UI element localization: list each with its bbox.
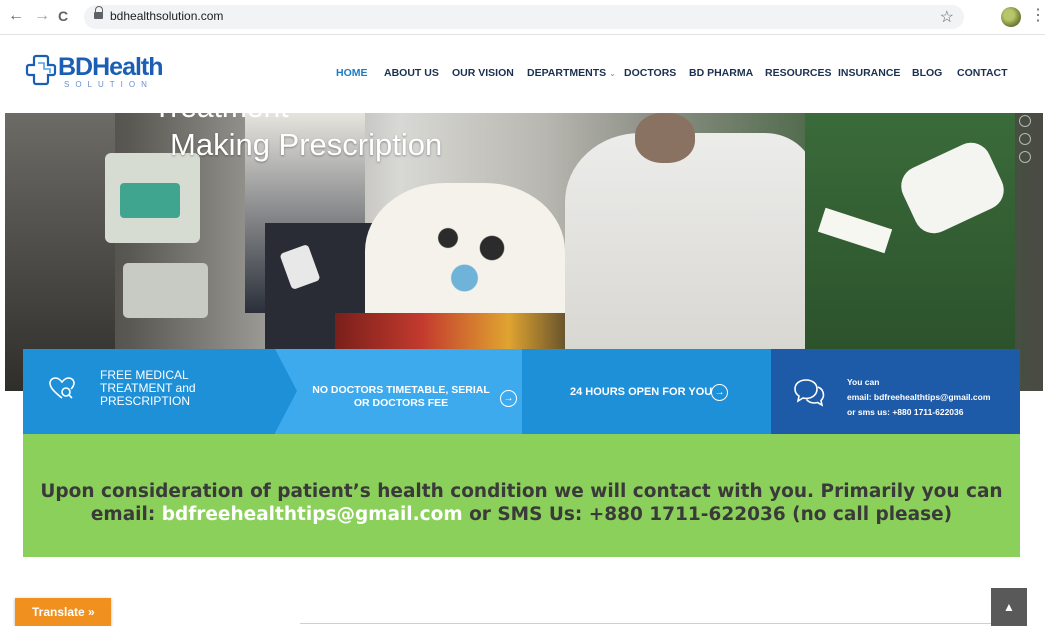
banner-email-prefix: email: [90, 504, 162, 525]
banner-email-link[interactable]: bdfreehealthtips@gmail.com [162, 504, 463, 525]
arrow-right-icon[interactable]: → [500, 390, 517, 407]
contact-email[interactable]: email: bdfreehealthtips@gmail.com [847, 390, 990, 405]
banner-sms-text: or SMS Us: +880 1711-622036 (no call ple… [462, 504, 953, 525]
browser-menu-icon[interactable]: ⋮ [1030, 5, 1045, 25]
profile-avatar[interactable] [1001, 7, 1021, 27]
nav-item-our-vision[interactable]: OUR VISION [452, 67, 514, 79]
slider-dot-2[interactable] [1019, 133, 1031, 145]
feature-24-hours-text: 24 HOURS OPEN FOR YOU [570, 386, 713, 398]
nav-item-bd-pharma[interactable]: BD PHARMA [689, 67, 753, 79]
hero-title: Making Prescription [170, 127, 443, 162]
address-bar[interactable]: bdhealthsolution.com ☆ [84, 5, 964, 29]
monitor-screen-shape [120, 183, 180, 218]
feature-line: PRESCRIPTION [100, 394, 191, 408]
nav-item-departments-label: DEPARTMENTS [527, 67, 607, 79]
feature-bar: FREE MEDICAL TREATMENT and PRESCRIPTION … [23, 349, 1020, 434]
nav-item-contact[interactable]: CONTACT [957, 67, 1008, 79]
browser-toolbar: ← → C bdhealthsolution.com ☆ ⋮ [0, 0, 1045, 35]
contact-sms: or sms us: +880 1711-622036 [847, 407, 964, 417]
logo-subtext: SOLUTION [64, 80, 153, 89]
bookmark-star-icon[interactable]: ☆ [940, 7, 954, 27]
banner-line-2: email: bdfreehealthtips@gmail.com or SMS… [23, 504, 1020, 525]
footer-divider [300, 623, 1020, 624]
nav-item-departments[interactable]: DEPARTMENTS ⌄ [527, 67, 616, 79]
forward-icon[interactable]: → [34, 6, 50, 26]
feature-contact-text: You can email: bdfreehealthtips@gmail.co… [847, 375, 990, 420]
nav-item-resources[interactable]: RESOURCES [765, 67, 832, 79]
feature-free-treatment[interactable]: FREE MEDICAL TREATMENT and PRESCRIPTION [23, 349, 275, 434]
feature-contact-info: You can email: bdfreehealthtips@gmail.co… [771, 349, 1020, 434]
feature-no-doctors-fee-text: NO DOCTORS TIMETABLE, SERIAL OR DOCTORS … [311, 384, 491, 410]
heart-search-icon [49, 377, 75, 399]
reload-icon[interactable]: C [58, 6, 68, 26]
nav-item-insurance[interactable]: INSURANCE [838, 67, 900, 79]
feature-line: NO DOCTORS TIMETABLE, SERIAL [312, 384, 490, 396]
slider-pagination [1015, 113, 1035, 173]
lock-icon [94, 6, 103, 19]
nav-item-doctors[interactable]: DOCTORS [624, 67, 676, 79]
slider-dot-3[interactable] [1019, 151, 1031, 163]
nav-item-blog[interactable]: BLOG [912, 67, 942, 79]
logo-text: BDHealth [58, 53, 164, 81]
banner-line-1: Upon consideration of patient’s health c… [40, 481, 1003, 502]
feature-line: OR DOCTORS FEE [353, 397, 449, 409]
chat-bubbles-icon [794, 379, 825, 407]
chevron-down-icon: ⌄ [609, 69, 616, 78]
scroll-to-top-button[interactable]: ▲ [991, 588, 1027, 626]
nav-item-about-us[interactable]: ABOUT US [384, 67, 439, 79]
slider-dot-1[interactable] [1019, 115, 1031, 127]
arrow-right-icon[interactable]: → [711, 384, 728, 401]
hero-title-partial: Treatment [153, 113, 289, 125]
nav-item-home[interactable]: HOME [336, 67, 368, 79]
feature-24-hours[interactable]: 24 HOURS OPEN FOR YOU → [522, 349, 772, 434]
feature-arrow-divider [275, 349, 297, 433]
patient-head-shape [635, 113, 695, 163]
medical-device-shape [123, 263, 208, 318]
site-logo[interactable]: BDHealth SOLUTION [24, 49, 164, 93]
chevron-up-icon: ▲ [1003, 600, 1015, 614]
medical-cross-icon [25, 54, 57, 86]
translate-button[interactable]: Translate » [15, 598, 111, 626]
patterned-pillow-shape [415, 208, 525, 308]
site-header: BDHealth SOLUTION HOME ABOUT US OUR VISI… [0, 35, 1045, 113]
feature-line: You can [847, 377, 880, 387]
feature-no-doctors-fee[interactable]: NO DOCTORS TIMETABLE, SERIAL OR DOCTORS … [275, 349, 523, 434]
patient-bed-shape [565, 133, 815, 363]
contact-banner: Upon consideration of patient’s health c… [23, 434, 1020, 557]
feature-free-treatment-text: FREE MEDICAL TREATMENT and PRESCRIPTION [100, 369, 196, 408]
back-icon[interactable]: ← [8, 6, 24, 26]
url-text[interactable]: bdhealthsolution.com [110, 9, 223, 23]
